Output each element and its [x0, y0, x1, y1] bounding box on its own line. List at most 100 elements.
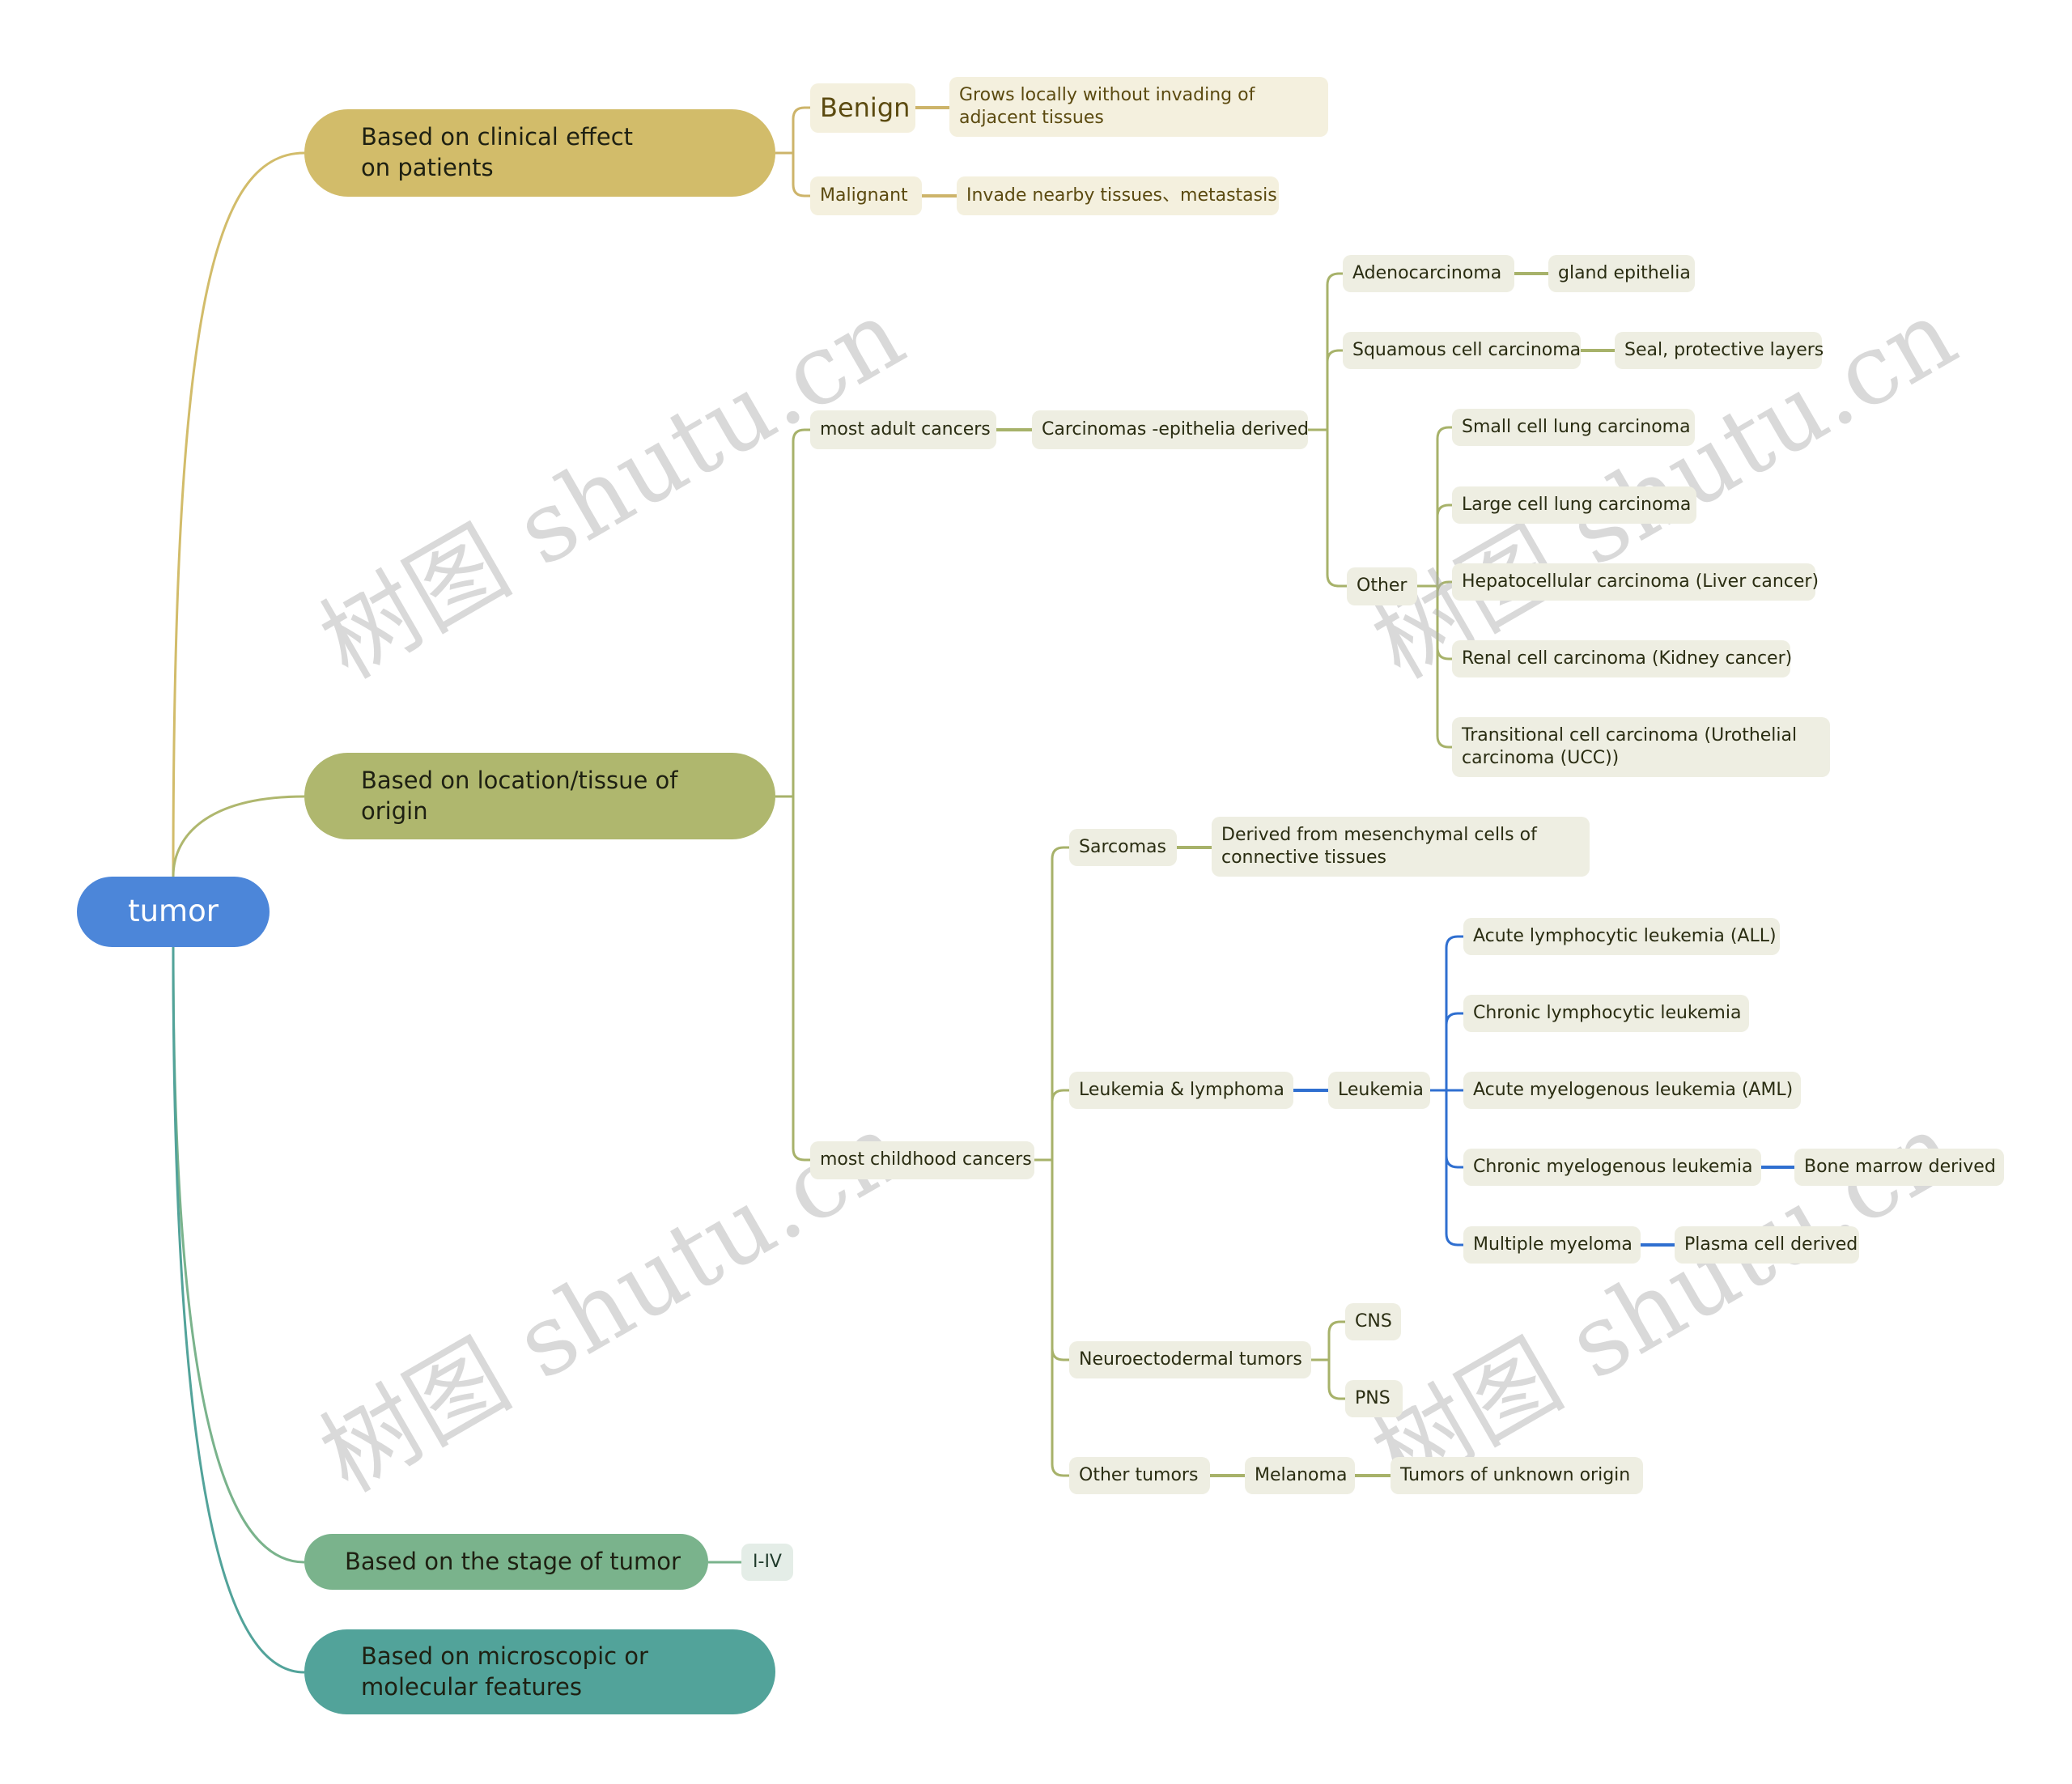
root-link-location: [172, 795, 305, 877]
topic-label: gland epithelia: [1558, 262, 1691, 283]
topic-label: Hepatocellular carcinoma (Liver cancer): [1462, 571, 1819, 592]
topic-pns[interactable]: PNS: [1345, 1380, 1403, 1417]
connector-line: [1051, 846, 1069, 1160]
topic-label: Other tumors: [1079, 1464, 1199, 1485]
connector-line: [1327, 1320, 1345, 1360]
topic-label: Bone marrow derived: [1804, 1156, 1996, 1177]
branch-stage[interactable]: Based on the stage of tumor: [304, 1534, 708, 1590]
branch-label: Based on clinical effect on patients: [361, 123, 634, 181]
topic-label: Invade nearby tissues、metastasis: [966, 185, 1277, 206]
topic-all[interactable]: Acute lymphocytic leukemia (ALL): [1463, 918, 1780, 955]
topic-label: Adenocarcinoma: [1352, 262, 1502, 283]
branch-label: Based on the stage of tumor: [345, 1547, 681, 1575]
topic-most-childhood-cancers[interactable]: most childhood cancers: [810, 1141, 1034, 1179]
connector-line: [1436, 586, 1452, 749]
connector-line: [792, 796, 810, 1162]
topic-squamous-cell-carcinoma[interactable]: Squamous cell carcinoma: [1343, 332, 1581, 369]
topic-small-cell-lung[interactable]: Small cell lung carcinoma: [1452, 409, 1695, 446]
connector-line: [1445, 1012, 1463, 1090]
topic-transitional-cell[interactable]: Transitional cell carcinoma (Urothelial …: [1452, 717, 1830, 777]
connector-line: [1436, 580, 1452, 594]
connector-line: [1051, 1089, 1069, 1160]
topic-seal-protective-layers[interactable]: Seal, protective layers: [1615, 332, 1824, 369]
topic-multiple-myeloma[interactable]: Multiple myeloma: [1463, 1226, 1641, 1264]
topic-cml[interactable]: Chronic myelogenous leukemia: [1463, 1149, 1761, 1186]
topic-other-tumors[interactable]: Other tumors: [1069, 1457, 1210, 1494]
topic-label: most childhood cancers: [820, 1149, 1032, 1170]
topic-melanoma[interactable]: Melanoma: [1245, 1457, 1355, 1494]
connector-line: [1051, 1160, 1069, 1361]
topic-aml[interactable]: Acute myelogenous leukemia (AML): [1463, 1072, 1801, 1109]
topic-label: CNS: [1355, 1310, 1392, 1332]
topic-renal-cell[interactable]: Renal cell carcinoma (Kidney cancer): [1452, 640, 1793, 677]
topic-gland-epithelia[interactable]: gland epithelia: [1548, 255, 1695, 292]
topic-label: Small cell lung carcinoma: [1462, 416, 1691, 437]
topic-most-adult-cancers[interactable]: most adult cancers: [810, 410, 996, 449]
topic-leukemia[interactable]: Leukemia: [1328, 1072, 1430, 1109]
root-link-clinical: [172, 151, 305, 877]
connector-line: [1436, 503, 1452, 586]
connector-line: [792, 428, 810, 796]
branch-label: Based on microscopic or molecular featur…: [361, 1642, 648, 1701]
topic-sarcomas[interactable]: Sarcomas: [1069, 829, 1177, 866]
topic-hepatocellular[interactable]: Hepatocellular carcinoma (Liver cancer): [1452, 563, 1819, 601]
connector-line: [1326, 430, 1347, 588]
root-link-stage: [172, 946, 305, 1564]
topic-label: Tumors of unknown origin: [1400, 1464, 1631, 1485]
topic-benign-detail[interactable]: Grows locally without invading of adjace…: [949, 77, 1328, 137]
topic-cns[interactable]: CNS: [1345, 1303, 1401, 1340]
topic-label: Grows locally without invading of adjace…: [959, 84, 1255, 128]
topic-label: Large cell lung carcinoma: [1462, 494, 1692, 515]
topic-sarcomas-detail[interactable]: Derived from mesenchymal cells of connec…: [1212, 817, 1590, 877]
topic-neuroectodermal[interactable]: Neuroectodermal tumors: [1069, 1341, 1311, 1378]
root-topic[interactable]: tumor: [77, 877, 270, 947]
connector-line: [1327, 1360, 1345, 1400]
topic-label: Renal cell carcinoma (Kidney cancer): [1462, 648, 1793, 669]
topic-label: Squamous cell carcinoma: [1352, 339, 1582, 360]
topic-label: Benign: [820, 91, 911, 123]
branch-label: Based on location/tissue of origin: [361, 766, 678, 825]
topic-label: Melanoma: [1255, 1464, 1348, 1485]
connector-line: [1445, 1090, 1463, 1169]
connector-line: [792, 153, 810, 198]
topic-label: Other: [1357, 576, 1408, 597]
topic-label: Leukemia & lymphoma: [1079, 1079, 1284, 1100]
connector-lines: [172, 106, 1794, 1674]
topic-cll[interactable]: Chronic lymphocytic leukemia: [1463, 995, 1749, 1032]
topic-other-carcinomas[interactable]: Other: [1347, 567, 1417, 605]
topic-label: I-IV: [753, 1551, 782, 1572]
topic-label: PNS: [1355, 1387, 1391, 1408]
topic-adenocarcinoma[interactable]: Adenocarcinoma: [1343, 255, 1514, 292]
topic-label: Sarcomas: [1079, 836, 1166, 857]
connector-line: [1051, 1160, 1069, 1477]
branch-clinical-effect[interactable]: Based on clinical effect on patients: [304, 109, 775, 197]
connector-line: [792, 106, 810, 153]
topic-label: Chronic lymphocytic leukemia: [1473, 1002, 1742, 1023]
topic-label: Neuroectodermal tumors: [1079, 1349, 1302, 1370]
topic-unknown-origin[interactable]: Tumors of unknown origin: [1391, 1457, 1643, 1494]
topic-leukemia-lymphoma[interactable]: Leukemia & lymphoma: [1069, 1072, 1293, 1109]
topic-malignant[interactable]: Malignant: [810, 176, 922, 215]
topic-label: Seal, protective layers: [1624, 339, 1824, 360]
topic-label: Transitional cell carcinoma (Urothelial …: [1462, 724, 1798, 768]
topic-label: most adult cancers: [820, 418, 991, 440]
topic-label: Chronic myelogenous leukemia: [1473, 1156, 1753, 1177]
topic-label: Malignant: [820, 185, 908, 206]
connector-line: [1436, 586, 1452, 661]
topic-label: Derived from mesenchymal cells of connec…: [1221, 824, 1537, 868]
topic-label: Acute myelogenous leukemia (AML): [1473, 1079, 1794, 1100]
topic-malignant-detail[interactable]: Invade nearby tissues、metastasis: [957, 176, 1279, 215]
topic-label: Plasma cell derived: [1684, 1234, 1858, 1255]
connector-line: [1326, 349, 1343, 430]
topic-stage-detail[interactable]: I-IV: [741, 1544, 793, 1581]
branch-microscopic-features[interactable]: Based on microscopic or molecular featur…: [304, 1629, 775, 1714]
root-topic-label: tumor: [128, 894, 219, 929]
topic-label: Carcinomas -epithelia derived: [1042, 418, 1309, 440]
topic-plasma-cell-derived[interactable]: Plasma cell derived: [1675, 1226, 1859, 1264]
topic-benign[interactable]: Benign: [810, 83, 915, 133]
topic-carcinomas[interactable]: Carcinomas -epithelia derived: [1032, 410, 1309, 449]
branch-location-origin[interactable]: Based on location/tissue of origin: [304, 753, 775, 839]
topic-bone-marrow-derived[interactable]: Bone marrow derived: [1794, 1149, 2004, 1186]
topic-large-cell-lung[interactable]: Large cell lung carcinoma: [1452, 486, 1696, 524]
topic-label: Acute lymphocytic leukemia (ALL): [1473, 925, 1777, 946]
